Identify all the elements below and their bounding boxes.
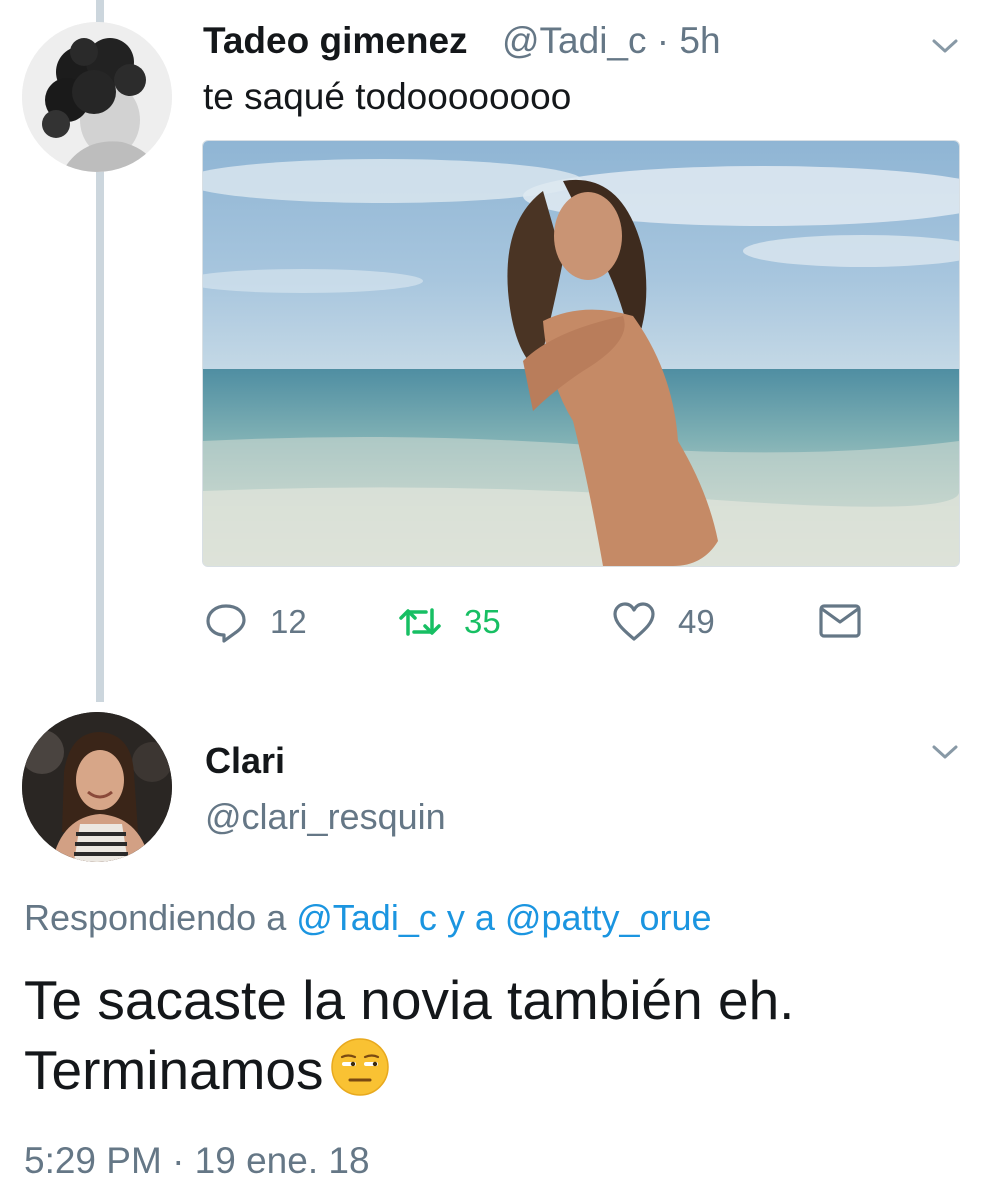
avatar-tadeo[interactable] <box>22 22 172 172</box>
like-count: 49 <box>678 603 715 640</box>
tweet1-media-photo[interactable] <box>202 140 960 567</box>
tweet2-handle[interactable]: @clari_resquin <box>205 796 446 838</box>
tweet1-text: te saqué todoooooooo <box>203 76 572 117</box>
replying-to-user-tadi[interactable]: @Tadi_c <box>296 897 437 938</box>
envelope-icon <box>819 604 861 638</box>
like-action[interactable]: 49 <box>612 600 715 644</box>
tweet1-display-name[interactable]: Tadeo gimenez <box>203 20 468 62</box>
replying-to-user-patty[interactable]: @patty_orue <box>505 897 712 938</box>
replying-to-line: Respondiendo a @Tadi_c y a @patty_orue <box>24 897 712 939</box>
reply-action[interactable]: 12 <box>204 600 307 644</box>
replying-to-connector: y a <box>446 897 495 938</box>
reply-count: 12 <box>270 603 307 640</box>
tweet2-text-line1: Te sacaste la novia también eh. <box>24 969 795 1031</box>
retweet-icon <box>399 608 441 636</box>
replying-to-prefix: Respondiendo a <box>24 897 287 938</box>
tweet2-timestamp[interactable]: 5:29 PM · 19 ene. 18 <box>24 1140 370 1182</box>
chevron-down-icon[interactable] <box>930 742 960 762</box>
tweet2-text-line2: Terminamos <box>24 1039 324 1101</box>
reply-icon <box>206 604 246 643</box>
chevron-down-icon[interactable] <box>930 36 960 56</box>
tweet2-text-line2-wrap: Terminamos <box>24 1035 964 1105</box>
avatar-clari[interactable] <box>22 712 172 862</box>
heart-icon <box>613 602 655 641</box>
retweet-count: 35 <box>464 603 501 640</box>
beach-photo-image <box>203 141 959 566</box>
avatar-clari-image <box>22 712 172 862</box>
tweet2-display-name[interactable]: Clari <box>205 740 285 782</box>
retweet-action[interactable]: 35 <box>398 600 501 644</box>
direct-message-action[interactable] <box>818 600 862 644</box>
expressionless-face-emoji-icon <box>330 1038 389 1096</box>
avatar-tadeo-image <box>22 22 172 172</box>
tweet1-handle-time[interactable]: @Tadi_c · 5h <box>502 20 721 62</box>
tweet2-text: Te sacaste la novia también eh. Terminam… <box>24 965 964 1105</box>
